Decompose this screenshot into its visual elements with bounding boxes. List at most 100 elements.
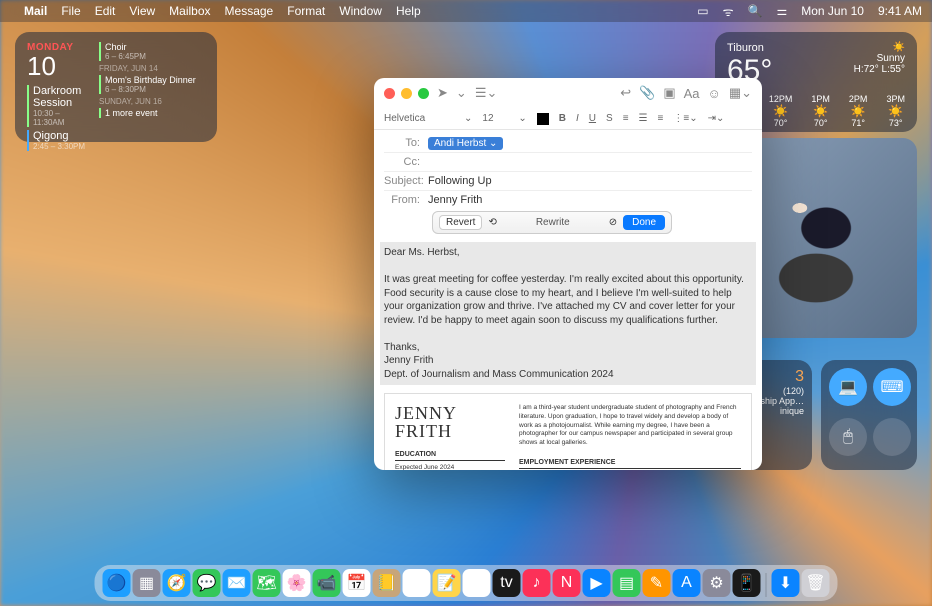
done-button[interactable]: Done [623,215,665,230]
font-size-stepper[interactable]: ⌄ [464,113,472,124]
dock-mail[interactable]: ✉️ [223,569,251,597]
dock-news[interactable]: N [553,569,581,597]
dock-notes[interactable]: 📝 [433,569,461,597]
menubar-time[interactable]: 9:41 AM [878,4,922,18]
weather-hour: 12PM☀️70° [769,94,793,128]
battery-icon[interactable]: ▭ [697,4,708,18]
emoji-icon[interactable]: ☺ [708,86,721,101]
to-recipient-pill[interactable]: Andi Herbst ⌄ [428,137,503,150]
menu-help[interactable]: Help [396,4,421,18]
calendar-day-number: 10 [27,53,89,79]
cal-event-time: 6 – 6:45PM [105,52,205,61]
attach-icon[interactable]: 📎 [639,85,655,101]
dock-finder[interactable]: 🔵 [103,569,131,597]
dock-downloads[interactable]: ⬇ [772,569,800,597]
align-right-icon[interactable]: ≡ [658,113,664,124]
dock-iphone[interactable]: 📱 [733,569,761,597]
dock-separator [766,573,767,597]
font-size[interactable]: 12 [482,113,508,124]
italic-button[interactable]: I [576,113,579,124]
dock-safari[interactable]: 🧭 [163,569,191,597]
dock-music[interactable]: ♪ [523,569,551,597]
menu-format[interactable]: Format [287,4,325,18]
device-laptop-icon[interactable]: 💻 [829,368,867,406]
minimize-button[interactable] [401,88,412,99]
align-left-icon[interactable]: ≡ [623,113,629,124]
dock-facetime[interactable]: 📹 [313,569,341,597]
mail-compose-window: ➤ ⌄ ☰⌄ ↩ 📎 ▣ Aa ☺ ▦⌄ Helvetica ⌄ 12 ⌄ B … [374,78,762,470]
underline-button[interactable]: U [589,113,596,124]
home-devices-widget[interactable]: 💻 ⌨ 🖱 [821,360,917,470]
message-body[interactable]: Dear Ms. Herbst, It was great meeting fo… [374,240,762,470]
rewrite-prev-icon[interactable]: ⟲ [488,217,496,228]
cal-event-time: 10:30 – 11:30AM [33,109,89,127]
dock-settings[interactable]: ⚙ [703,569,731,597]
calendar-widget[interactable]: MONDAY 10 Darkroom Session 10:30 – 11:30… [15,32,217,142]
attachment-preview[interactable]: JENNY FRITH EDUCATION Expected June 2024… [384,393,752,470]
media-icon[interactable]: ▦⌄ [729,85,752,101]
to-label: To: [384,137,428,149]
dock-trash[interactable]: 🗑 [802,569,830,597]
body-signature: Jenny Frith [384,354,752,368]
send-icon[interactable]: ➤ [437,85,448,101]
bold-button[interactable]: B [559,113,566,124]
dock-maps[interactable]: 🗺 [253,569,281,597]
control-center-icon[interactable]: ⚌ [776,4,787,18]
spotlight-icon[interactable]: 🔍 [748,4,763,18]
menu-message[interactable]: Message [225,4,274,18]
from-label: From: [384,194,428,206]
align-center-icon[interactable]: ☰ [639,113,648,124]
body-thanks: Thanks, [384,341,752,355]
dock: 🔵▦🧭💬✉️🗺🌸📹📅📒☑📝✏tv♪N▶▤✎A⚙📱 ⬇🗑 [95,565,838,601]
dock-launchpad[interactable]: ▦ [133,569,161,597]
chevron-down-icon[interactable]: ⌄ [456,85,467,101]
menubar: Mail File Edit View Mailbox Message Form… [0,0,932,22]
wifi-icon[interactable]: ᯤ [723,3,734,20]
list-icon[interactable]: ⋮≡⌄ [673,113,697,124]
dock-tv[interactable]: tv [493,569,521,597]
weather-location: Tiburon [727,42,772,54]
menubar-date[interactable]: Mon Jun 10 [801,4,864,18]
menu-view[interactable]: View [129,4,155,18]
dock-numbers[interactable]: ▤ [613,569,641,597]
rewrite-next-icon[interactable]: ⊘ [609,217,617,228]
reply-icon[interactable]: ↩ [620,85,631,101]
device-mouse-icon[interactable]: 🖱 [829,418,867,456]
cal-event-time: 2:45 – 3:30PM [33,142,89,151]
revert-button[interactable]: Revert [439,215,482,230]
font-size-stepper[interactable]: ⌄ [518,113,526,124]
dock-calendar[interactable]: 📅 [343,569,371,597]
header-fields-icon[interactable]: ☰⌄ [475,85,498,101]
body-paragraph: It was great meeting for coffee yesterda… [384,273,752,327]
photo-icon[interactable]: ▣ [663,85,675,101]
attachment-edu-1: Expected June 2024 BACHELOR OF FINE ARTS… [395,464,505,470]
dock-reminders[interactable]: ☑ [403,569,431,597]
weather-hour: 3PM☀️73° [886,94,905,128]
cal-event-title: Qigong [33,130,89,142]
cc-label: Cc: [384,156,428,168]
dock-messages[interactable]: 💬 [193,569,221,597]
indent-icon[interactable]: ⇥⌄ [708,113,725,124]
attachment-bio: I am a third-year student undergraduate … [519,404,741,448]
strike-button[interactable]: S [606,113,613,124]
close-button[interactable] [384,88,395,99]
app-menu[interactable]: Mail [24,4,47,18]
dock-pages[interactable]: ✎ [643,569,671,597]
format-icon[interactable]: Aa [684,86,700,101]
device-keyboard-icon[interactable]: ⌨ [873,368,911,406]
device-empty[interactable] [873,418,911,456]
dock-photos[interactable]: 🌸 [283,569,311,597]
color-swatch[interactable] [537,113,549,125]
menu-file[interactable]: File [61,4,80,18]
font-select[interactable]: Helvetica [384,113,454,124]
dock-keynote[interactable]: ▶ [583,569,611,597]
from-field[interactable]: Jenny Frith [428,194,752,206]
menu-edit[interactable]: Edit [95,4,116,18]
zoom-button[interactable] [418,88,429,99]
subject-field[interactable]: Following Up [428,175,752,187]
menu-mailbox[interactable]: Mailbox [169,4,210,18]
menu-window[interactable]: Window [339,4,382,18]
dock-freeform[interactable]: ✏ [463,569,491,597]
dock-appstore[interactable]: A [673,569,701,597]
dock-contacts[interactable]: 📒 [373,569,401,597]
